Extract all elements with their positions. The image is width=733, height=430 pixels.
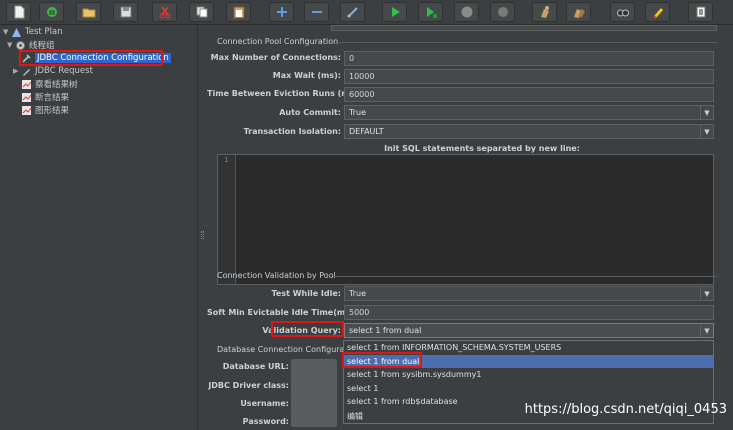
test-plan-tree: ▼ Test Plan ▼ 线程组 JDBC Connection Config…: [0, 25, 197, 430]
start-icon[interactable]: [382, 2, 407, 22]
collapse-arrow-icon[interactable]: ▼: [3, 28, 11, 36]
search-icon[interactable]: [610, 2, 635, 22]
highlight-box: [271, 321, 344, 337]
collapse-icon[interactable]: [304, 2, 329, 22]
paste-icon[interactable]: [226, 2, 251, 22]
function-helper-icon[interactable]: [688, 2, 713, 22]
top-field-fragment[interactable]: [331, 25, 717, 31]
isolation-combo[interactable]: DEFAULT ▼: [344, 124, 714, 139]
toggle-icon[interactable]: [340, 2, 365, 22]
tree-node-listener[interactable]: 察看结果树: [21, 78, 78, 90]
max-wait-field[interactable]: 10000: [344, 69, 714, 84]
open-icon[interactable]: [76, 2, 101, 22]
max-connections-label: Max Number of Connections:: [210, 53, 341, 62]
expand-icon[interactable]: [269, 2, 294, 22]
splitter[interactable]: [197, 25, 207, 430]
init-sql-editor[interactable]: 1: [217, 154, 714, 285]
blurred-region: [291, 359, 337, 427]
gear-icon: [16, 40, 25, 50]
shutdown-icon[interactable]: [490, 2, 515, 22]
start-no-pause-icon[interactable]: [418, 2, 443, 22]
validation-query-combo[interactable]: select 1 from dual ▼: [344, 323, 714, 338]
watermark: https://blog.csdn.net/qiqi_0453: [524, 402, 727, 417]
save-icon[interactable]: [113, 2, 138, 22]
tree-node-jdbc-request[interactable]: ▶ JDBC Request: [13, 65, 93, 77]
test-idle-label: Test While Idle:: [271, 289, 341, 298]
line-number-gutter: 1: [218, 155, 236, 284]
validation-group-title: Connection Validation by Pool: [217, 271, 336, 280]
init-sql-label: Init SQL statements separated by new lin…: [384, 144, 580, 153]
clear-all-icon[interactable]: [566, 2, 591, 22]
username-label: Username:: [240, 399, 289, 408]
chevron-down-icon[interactable]: ▼: [700, 125, 713, 138]
eviction-field[interactable]: 60000: [344, 87, 714, 102]
highlight-box: [19, 50, 163, 66]
max-connections-field[interactable]: 0: [344, 51, 714, 66]
highlight-box: [342, 352, 422, 368]
group-divider: [333, 276, 717, 277]
tree-node-listener[interactable]: 图形结果: [21, 104, 69, 116]
pool-group-title: Connection Pool Configuration: [217, 37, 339, 46]
test-plan-icon: [12, 27, 21, 37]
clear-icon[interactable]: [532, 2, 557, 22]
test-idle-combo[interactable]: True ▼: [344, 286, 714, 301]
isolation-label: Transaction Isolation:: [243, 127, 341, 136]
chevron-down-icon[interactable]: ▼: [700, 287, 713, 300]
splitter-grip[interactable]: [201, 231, 204, 239]
chart-icon: [22, 92, 32, 102]
isolation-value: DEFAULT: [349, 127, 384, 136]
chart-icon: [22, 79, 32, 89]
database-group-title: Database Connection Configurat: [217, 345, 348, 354]
dropdown-option[interactable]: select 1 from sysibm.sysdummy1: [344, 368, 713, 382]
chart-icon: [22, 105, 32, 115]
soft-min-label: Soft Min Evictable Idle Time(ms):: [207, 308, 357, 317]
template-icon[interactable]: [39, 2, 64, 22]
eviction-label: Time Between Eviction Runs (ms):: [207, 89, 362, 98]
validation-query-value: select 1 from dual: [349, 326, 422, 335]
group-divider: [339, 42, 717, 43]
max-wait-label: Max Wait (ms):: [272, 71, 341, 80]
auto-commit-value: True: [349, 108, 366, 117]
chevron-down-icon[interactable]: ▼: [700, 106, 713, 119]
database-url-label: Database URL:: [222, 362, 289, 371]
auto-commit-combo[interactable]: True ▼: [344, 105, 714, 120]
cut-icon[interactable]: [152, 2, 177, 22]
pen-icon: [23, 68, 30, 76]
tree-node-listener[interactable]: 断言结果: [21, 91, 69, 103]
new-icon[interactable]: [6, 2, 31, 22]
soft-min-field[interactable]: 5000: [344, 305, 714, 320]
driver-class-label: JDBC Driver class:: [208, 381, 289, 390]
stop-icon[interactable]: [454, 2, 479, 22]
tree-node-test-plan[interactable]: ▼ Test Plan: [3, 26, 63, 38]
password-label: Password:: [242, 417, 289, 426]
chevron-down-icon[interactable]: ▼: [700, 324, 713, 337]
dropdown-option[interactable]: select 1: [344, 382, 713, 396]
auto-commit-label: Auto Commit:: [279, 108, 341, 117]
test-idle-value: True: [349, 289, 366, 298]
expand-arrow-icon[interactable]: ▶: [13, 67, 21, 75]
toolbar: [0, 0, 733, 25]
collapse-arrow-icon[interactable]: ▼: [7, 41, 15, 49]
reset-search-icon[interactable]: [645, 2, 670, 22]
copy-icon[interactable]: [189, 2, 214, 22]
